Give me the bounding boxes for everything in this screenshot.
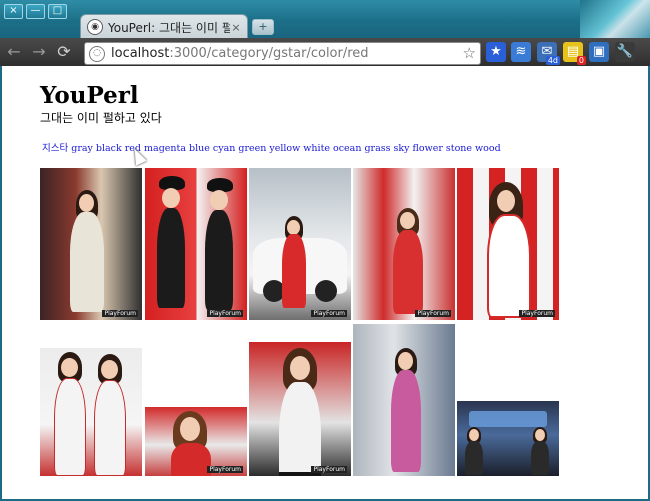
- window-controls: × — □: [4, 4, 67, 19]
- bookmark-star-icon[interactable]: ★: [486, 42, 506, 62]
- mail-icon[interactable]: ✉ 4d: [537, 42, 560, 65]
- feed-icon[interactable]: ≋: [511, 42, 531, 62]
- tag-link[interactable]: magenta: [144, 143, 186, 154]
- extension-badge: 4d: [545, 56, 560, 65]
- tag-link[interactable]: 지스타: [42, 143, 68, 154]
- site-subtitle: 그대는 이미 펄하고 있다: [40, 111, 162, 125]
- playforum-watermark: PlayForum: [519, 310, 555, 317]
- tab-close-button[interactable]: ×: [230, 21, 242, 34]
- extension-badge: 0: [576, 56, 586, 65]
- bookmark-page-button[interactable]: ☆: [463, 44, 476, 62]
- site-title: YouPerl: [40, 82, 139, 109]
- tag-link[interactable]: flower: [413, 143, 443, 154]
- tag-link[interactable]: wood: [475, 143, 501, 154]
- photo-thumbnail[interactable]: PlayForum: [145, 407, 247, 476]
- window-icon[interactable]: ▣: [589, 42, 609, 62]
- window-titlebar: × — □ ◉ YouPerl: 그대는 이미 펄하 × +: [0, 0, 650, 40]
- browser-tab[interactable]: ◉ YouPerl: 그대는 이미 펄하 ×: [80, 14, 248, 39]
- forward-button[interactable]: →: [28, 41, 50, 63]
- window-maximize-button[interactable]: □: [48, 4, 67, 19]
- back-button[interactable]: ←: [3, 41, 25, 63]
- url-path: :3000/category/gstar/color/red: [169, 46, 369, 61]
- wrench-icon[interactable]: 🔧: [615, 42, 635, 62]
- tag-link[interactable]: grass: [364, 143, 390, 154]
- page-info-icon[interactable]: ◌: [89, 45, 105, 62]
- photo-thumbnail[interactable]: PlayForum: [249, 168, 351, 320]
- tag-link[interactable]: stone: [446, 143, 472, 154]
- tag-link[interactable]: gray: [71, 143, 93, 154]
- playforum-watermark: PlayForum: [102, 310, 138, 317]
- tab-favicon-icon: ◉: [87, 19, 103, 35]
- reload-button[interactable]: ⟳: [53, 41, 75, 63]
- photo-thumbnail[interactable]: [40, 348, 142, 476]
- new-tab-button[interactable]: +: [252, 19, 274, 35]
- playforum-watermark: PlayForum: [311, 466, 347, 473]
- tag-list: 지스타 gray black red magenta blue cyan green yello…: [42, 140, 504, 154]
- photo-thumbnail[interactable]: [353, 324, 455, 476]
- photo-thumbnail[interactable]: PlayForum: [249, 342, 351, 476]
- tag-link[interactable]: cyan: [213, 143, 235, 154]
- web-page: YouPerl 그대는 이미 펄하고 있다 지스타 gray black red mag…: [2, 66, 648, 499]
- tag-link[interactable]: black: [96, 143, 122, 154]
- photo-thumbnail[interactable]: PlayForum: [145, 168, 247, 320]
- photo-thumbnail[interactable]: PlayForum: [40, 168, 142, 320]
- address-url[interactable]: localhost:3000/category/gstar/color/red: [111, 46, 369, 61]
- tag-link[interactable]: green: [238, 143, 266, 154]
- playforum-watermark: PlayForum: [311, 310, 347, 317]
- window-minimize-button[interactable]: —: [26, 4, 45, 19]
- window-close-button[interactable]: ×: [4, 4, 23, 19]
- theme-decoration: [580, 0, 650, 40]
- tag-link[interactable]: white: [303, 143, 330, 154]
- playforum-watermark: PlayForum: [207, 310, 243, 317]
- tag-link[interactable]: blue: [189, 143, 210, 154]
- tag-link[interactable]: ocean: [333, 143, 361, 154]
- url-host: localhost: [111, 46, 170, 61]
- notes-icon[interactable]: ▤ 0: [563, 42, 586, 65]
- photo-thumbnail[interactable]: PlayForum: [353, 168, 455, 320]
- playforum-watermark: PlayForum: [415, 310, 451, 317]
- photo-thumbnail[interactable]: [457, 401, 559, 476]
- tab-title: YouPerl: 그대는 이미 펄하: [108, 20, 230, 35]
- tag-link[interactable]: yellow: [269, 143, 300, 154]
- playforum-watermark: PlayForum: [207, 466, 243, 473]
- tag-link[interactable]: sky: [394, 143, 410, 154]
- address-bar[interactable]: ◌ localhost:3000/category/gstar/color/re…: [84, 42, 481, 65]
- photo-thumbnail[interactable]: PlayForum: [457, 168, 559, 320]
